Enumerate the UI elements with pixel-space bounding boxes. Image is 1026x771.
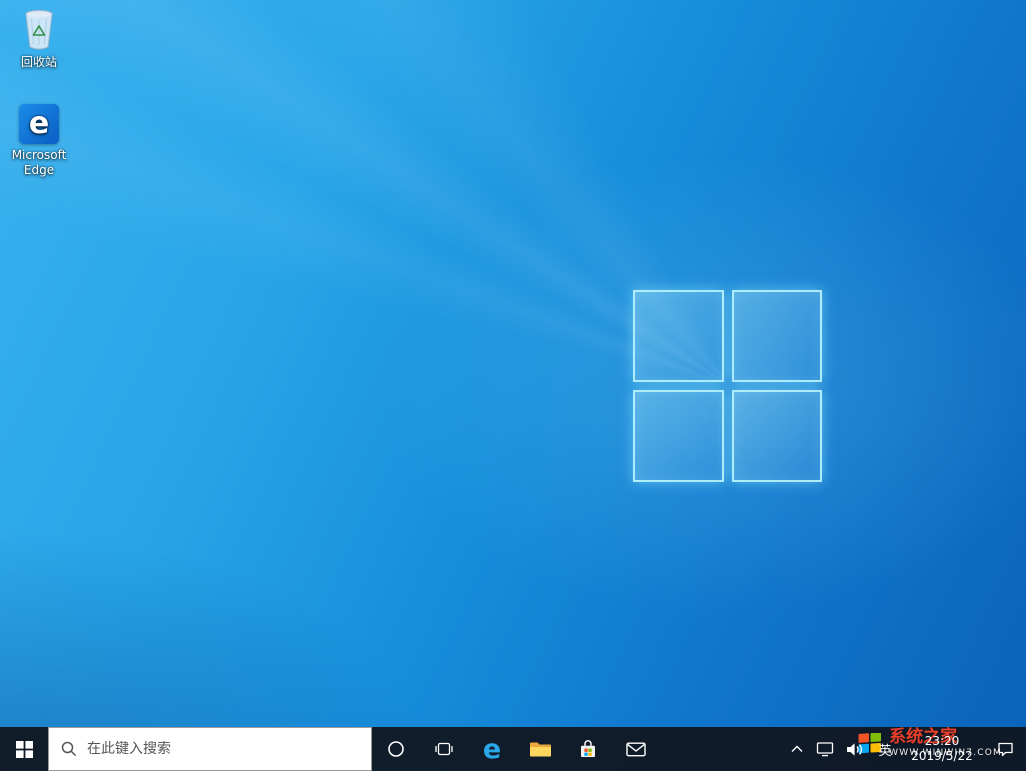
edge-icon: e	[483, 736, 501, 763]
cortana-button[interactable]	[372, 727, 420, 771]
mail-button[interactable]	[612, 727, 660, 771]
recycle-bin-icon	[19, 7, 59, 51]
microsoft-edge-desktop-icon[interactable]: e Microsoft Edge	[1, 104, 77, 178]
search-input[interactable]	[87, 741, 359, 757]
task-view-button[interactable]	[420, 727, 468, 771]
taskbar: e	[0, 727, 1026, 771]
start-button[interactable]	[0, 727, 48, 771]
tray-show-hidden-icons-button[interactable]	[784, 727, 810, 771]
start-windows-icon	[16, 741, 33, 758]
task-view-icon	[435, 741, 453, 757]
windows-logo-pane	[633, 390, 724, 482]
clock-date: 2019/5/22	[911, 749, 973, 764]
edge-label: Microsoft Edge	[1, 148, 77, 178]
wallpaper-windows-logo	[633, 290, 822, 482]
recycle-bin-label: 回收站	[21, 55, 57, 70]
recycle-bin-desktop-icon[interactable]: 回收站	[1, 7, 77, 70]
tray-volume-button[interactable]	[840, 727, 870, 771]
windows-desktop-screen: 回收站 e Microsoft Edge	[0, 0, 1026, 771]
tray-network-button[interactable]	[810, 727, 840, 771]
windows-logo-pane	[633, 290, 724, 382]
file-explorer-folder-icon	[529, 740, 552, 758]
action-center-button[interactable]	[984, 727, 1026, 771]
store-bag-icon	[578, 739, 598, 759]
taskbar-search-box[interactable]	[48, 727, 372, 771]
desktop-wallpaper	[0, 0, 1026, 771]
mail-envelope-icon	[626, 742, 646, 757]
windows-logo-pane	[732, 390, 823, 482]
tray-ime-indicator[interactable]: 英	[870, 727, 900, 771]
file-explorer-button[interactable]	[516, 727, 564, 771]
network-icon	[816, 741, 834, 757]
tray-clock[interactable]: 23:20 2019/5/22	[900, 727, 984, 771]
system-tray: 英 23:20 2019/5/22	[784, 727, 1026, 771]
clock-time: 23:20	[925, 734, 960, 749]
action-center-icon	[997, 741, 1014, 757]
search-icon	[61, 741, 77, 757]
chevron-up-icon	[791, 745, 803, 753]
edge-icon: e	[19, 104, 59, 144]
windows-logo-pane	[732, 290, 823, 382]
microsoft-store-button[interactable]	[564, 727, 612, 771]
cortana-circle-icon	[387, 740, 405, 758]
volume-speaker-icon	[846, 742, 864, 757]
edge-taskbar-button[interactable]: e	[468, 727, 516, 771]
